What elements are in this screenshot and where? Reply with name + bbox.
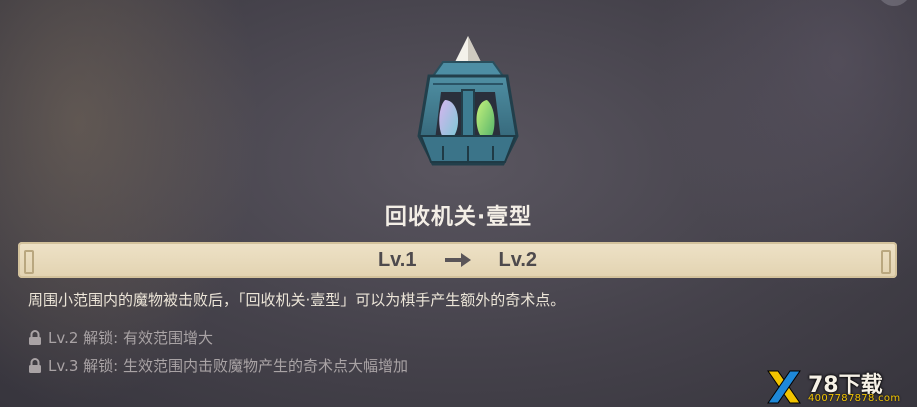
site-watermark: 78下载 4007787878.com [764,367,917,407]
recycling-gadget-icon [417,36,519,166]
level-from: Lv.1 [377,248,417,271]
lock-icon [29,329,41,345]
unlock-text: Lv.3 解锁: 生效范围内击败魔物产生的奇术点大幅增加 [48,357,408,375]
level-to: Lv.2 [498,248,538,271]
unlock-text: Lv.2 解锁: 有效范围增大 [48,329,213,347]
unlock-row-lv2: Lv.2 解锁: 有效范围增大 [28,327,213,348]
watermark-url: 4007787878.com [808,393,901,404]
x-logo-icon [767,370,801,404]
item-description: 周围小范围内的魔物被击败后，「回收机关·壹型」可以为棋手产生额外的奇术点。 [28,291,566,309]
level-bar: Lv.1 Lv.2 [18,242,897,278]
unlock-row-lv3: Lv.3 解锁: 生效范围内击败魔物产生的奇术点大幅增加 [28,355,408,376]
right-arrow-icon [444,253,471,267]
lock-icon [29,357,41,373]
item-title: 回收机关·壹型 [384,205,533,230]
